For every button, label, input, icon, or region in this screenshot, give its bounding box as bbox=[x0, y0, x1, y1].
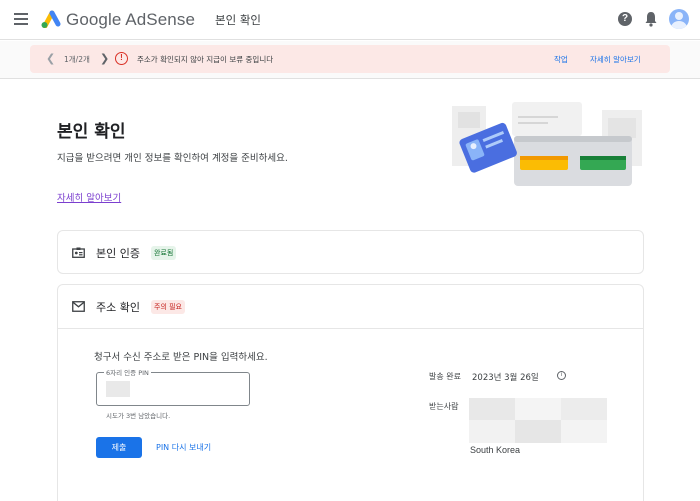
header-page-title: 본인 확인 bbox=[215, 13, 261, 27]
pin-input[interactable] bbox=[106, 381, 130, 397]
redacted-address-block bbox=[469, 398, 607, 443]
resend-pin-link[interactable]: PIN 다시 보내기 bbox=[156, 442, 211, 453]
alert-message: 주소가 확인되지 않아 지급이 보류 중입니다 bbox=[137, 55, 274, 64]
recipient-country: South Korea bbox=[470, 445, 521, 455]
account-avatar-icon[interactable] bbox=[669, 9, 689, 29]
sent-date: 2023년 3월 26일 bbox=[472, 373, 539, 383]
adsense-logo-icon bbox=[41, 10, 61, 28]
identity-illustration bbox=[452, 102, 642, 186]
top-app-bar: Google AdSense 본인 확인 ? bbox=[0, 0, 700, 40]
alert-banner-area: ❮ 1개/2개 ❯ ! 주소가 확인되지 않아 지급이 보류 중입니다 작업 자… bbox=[0, 41, 700, 79]
attempts-remaining: 시도가 3번 남았습니다. bbox=[106, 412, 171, 420]
mail-icon bbox=[72, 301, 85, 312]
notifications-icon[interactable] bbox=[644, 11, 658, 27]
chevron-right-icon[interactable]: ❯ bbox=[100, 52, 109, 65]
chevron-left-icon[interactable]: ❮ bbox=[46, 52, 55, 65]
help-circle-icon[interactable]: ? bbox=[618, 12, 632, 26]
page-title: 본인 확인 bbox=[57, 122, 126, 142]
address-verification-card: 주소 확인 주의 필요 청구서 수신 주소로 받은 PIN을 입력하세요. 6자… bbox=[57, 284, 644, 501]
id-badge-icon bbox=[72, 247, 85, 258]
error-icon: ! bbox=[115, 52, 128, 65]
recipient-label: 받는사람 bbox=[429, 402, 459, 411]
pin-field-label: 6자리 인증 PIN bbox=[104, 367, 151, 377]
card-divider bbox=[58, 328, 643, 329]
pin-field[interactable]: 6자리 인증 PIN bbox=[96, 367, 250, 406]
learn-more-link[interactable]: 자세히 알아보기 bbox=[57, 190, 121, 204]
menu-icon[interactable] bbox=[14, 13, 28, 25]
alert-learn-more-link[interactable]: 자세히 알아보기 bbox=[590, 54, 641, 65]
identity-verification-card[interactable]: 본인 인증 완료됨 bbox=[57, 230, 644, 274]
sent-status-label: 발송 완료 bbox=[429, 372, 461, 381]
status-badge-complete: 완료됨 bbox=[151, 246, 177, 260]
payment-hold-alert: ❮ 1개/2개 ❯ ! 주소가 확인되지 않아 지급이 보류 중입니다 작업 자… bbox=[30, 45, 670, 73]
pin-prompt: 청구서 수신 주소로 받은 PIN을 입력하세요. bbox=[94, 352, 268, 363]
alert-pager: 1개/2개 bbox=[64, 55, 90, 64]
info-icon[interactable]: i bbox=[557, 371, 566, 380]
submit-button[interactable]: 제출 bbox=[96, 437, 142, 458]
status-badge-attention: 주의 필요 bbox=[151, 300, 185, 314]
address-verification-title: 주소 확인 bbox=[96, 301, 140, 314]
brand-name: Google AdSense bbox=[66, 10, 195, 29]
alert-action-link[interactable]: 작업 bbox=[554, 54, 568, 65]
identity-verification-title: 본인 인증 bbox=[96, 247, 140, 260]
intro-text: 지급을 받으려면 개인 정보를 확인하여 계정을 준비하세요. bbox=[57, 153, 288, 164]
